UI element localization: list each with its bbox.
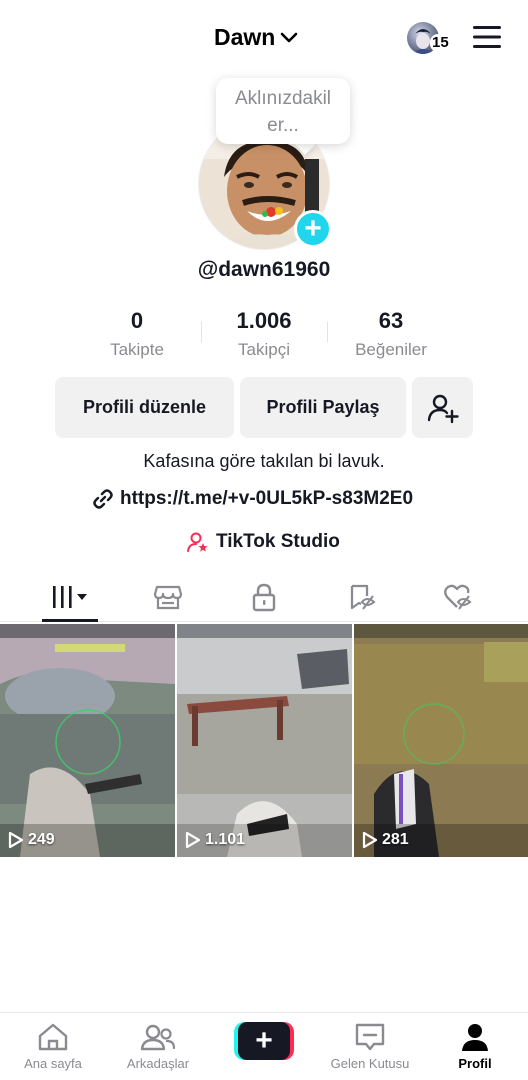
account-badge-count: 15 — [430, 34, 451, 52]
plus-icon: + — [238, 1022, 290, 1060]
video-views-count: 249 — [28, 831, 55, 848]
video-views: 249 — [8, 831, 55, 849]
profile-icon — [462, 1024, 488, 1051]
account-avatar-button[interactable]: 15 — [404, 20, 451, 54]
add-friend-button[interactable] — [412, 377, 473, 438]
grid-icon — [53, 586, 87, 608]
store-icon — [153, 585, 183, 610]
note-bubble-line-1: Aklınızdakil — [234, 88, 332, 109]
account-switcher[interactable]: Dawn — [214, 20, 299, 54]
video-views: 281 — [362, 831, 409, 849]
note-bubble-line-2: er... — [267, 115, 299, 136]
studio-user-star-icon — [187, 532, 208, 552]
tab-reposts[interactable] — [334, 572, 390, 622]
bookmark-hidden-icon — [350, 584, 376, 610]
create-button[interactable]: + — [234, 1022, 294, 1060]
video-views-count: 281 — [382, 831, 409, 848]
tiktok-studio-label: TikTok Studio — [216, 531, 340, 552]
profile-link[interactable]: https://t.me/+v-0UL5kP-s83M2E0 — [92, 486, 413, 512]
stat-followers-label: Takipçi — [238, 340, 290, 359]
video-views: 1.101 — [185, 831, 245, 849]
plus-icon: + — [304, 212, 322, 245]
tab-videos[interactable] — [42, 572, 98, 622]
tab-private[interactable] — [236, 572, 292, 622]
lock-icon — [252, 583, 276, 612]
edit-profile-button[interactable]: Profili düzenle — [55, 377, 234, 438]
nav-friends-label: Arkadaşlar — [126, 1056, 190, 1071]
stat-likes-label: Beğeniler — [355, 340, 427, 359]
stat-likes[interactable]: 63 Beğeniler — [331, 308, 451, 360]
stat-following-label: Takipte — [110, 340, 164, 359]
play-icon — [362, 831, 378, 849]
stats-row: 0 Takipte 1.006 Takipçi 63 Beğeniler — [0, 308, 528, 364]
stat-followers[interactable]: 1.006 Takipçi — [204, 308, 324, 360]
friends-icon — [140, 1024, 176, 1051]
share-profile-button[interactable]: Profili Paylaş — [240, 377, 406, 438]
bottom-navigation: Ana sayfa Arkadaşlar + Gelen Kutusu Prof… — [0, 1012, 528, 1080]
nav-inbox[interactable]: Gelen Kutusu — [320, 1013, 420, 1080]
add-user-icon — [427, 394, 459, 423]
home-icon — [38, 1023, 68, 1051]
nav-profile-label: Profil — [458, 1056, 492, 1071]
video-thumbnail[interactable]: 249 — [0, 624, 175, 857]
nav-inbox-label: Gelen Kutusu — [330, 1056, 410, 1071]
video-grid: 249 1.101 281 — [0, 624, 528, 858]
stat-followers-value: 1.006 — [236, 308, 292, 333]
tiktok-studio-link[interactable]: TikTok Studio — [186, 529, 340, 555]
play-icon — [185, 831, 201, 849]
top-bar: Dawn 15 — [0, 0, 528, 72]
stat-following[interactable]: 0 Takipte — [77, 308, 197, 360]
video-thumbnail[interactable]: 281 — [354, 624, 528, 857]
add-avatar-button[interactable]: + — [294, 210, 332, 248]
play-icon — [8, 831, 24, 849]
hamburger-icon — [473, 26, 501, 48]
video-views-count: 1.101 — [205, 831, 246, 848]
note-bubble[interactable]: Aklınızdakil er... — [216, 78, 350, 144]
content-tabs — [0, 572, 528, 622]
nav-profile[interactable]: Profil — [425, 1013, 525, 1080]
stat-following-value: 0 — [130, 308, 144, 333]
menu-button[interactable] — [470, 22, 504, 52]
nav-home[interactable]: Ana sayfa — [3, 1013, 103, 1080]
profile-handle: @dawn61960 — [197, 258, 331, 281]
inbox-icon — [355, 1023, 385, 1051]
stat-likes-value: 63 — [378, 308, 404, 333]
profile-link-text: https://t.me/+v-0UL5kP-s83M2E0 — [120, 488, 414, 509]
tab-liked[interactable] — [430, 572, 486, 622]
tab-shop[interactable] — [140, 572, 196, 622]
stat-divider — [327, 322, 328, 342]
nav-home-label: Ana sayfa — [24, 1056, 82, 1071]
profile-bio: Kafasına göre takılan bi lavuk. — [143, 451, 385, 471]
heart-hidden-icon — [444, 584, 472, 610]
stat-divider — [201, 322, 202, 342]
active-tab-indicator — [42, 619, 98, 622]
username-label: Dawn — [214, 23, 276, 50]
video-thumbnail[interactable]: 1.101 — [177, 624, 352, 857]
chevron-down-icon — [279, 27, 299, 47]
nav-friends[interactable]: Arkadaşlar — [108, 1013, 208, 1080]
link-icon — [93, 489, 113, 509]
